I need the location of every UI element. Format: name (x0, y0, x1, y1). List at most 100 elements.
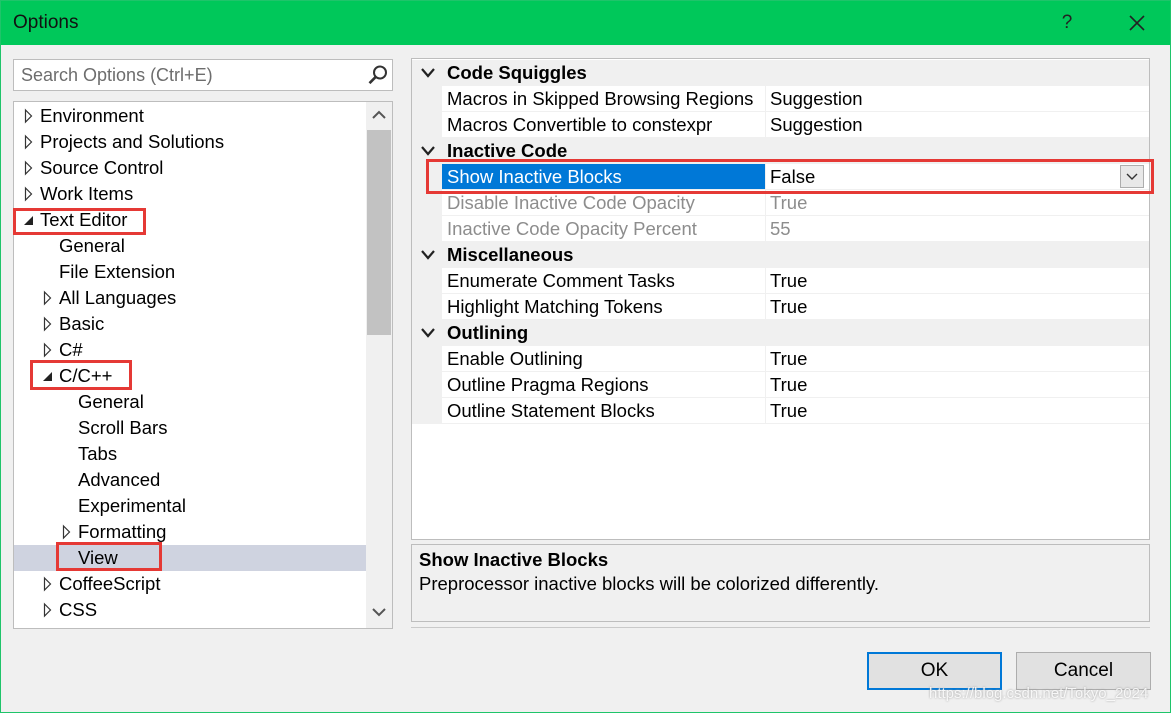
tree-item[interactable]: View (14, 545, 366, 571)
tree-item-label: General (78, 391, 144, 412)
row-gutter (412, 294, 442, 320)
property-row[interactable]: Enable Outlining True (412, 346, 1149, 372)
chevron-down-icon[interactable] (420, 67, 436, 79)
tree-item[interactable]: Environment (14, 103, 366, 129)
tree-item[interactable]: Scroll Bars (14, 415, 366, 441)
chevron-down-icon (1126, 173, 1138, 180)
chevron-down-icon[interactable] (420, 327, 436, 339)
property-value[interactable]: True (766, 398, 1149, 424)
tree-item-label: CSS (59, 599, 98, 620)
options-dialog: Options ? Environment Projects and Soluti… (0, 0, 1171, 713)
expand-arrow-icon[interactable] (23, 181, 35, 207)
property-name[interactable]: Outline Statement Blocks (442, 398, 766, 424)
property-value[interactable]: Suggestion (766, 112, 1149, 138)
property-value[interactable]: True (766, 372, 1149, 398)
tree-item[interactable]: Tabs (14, 441, 366, 467)
close-icon (1129, 15, 1145, 31)
close-button[interactable] (1121, 7, 1153, 39)
property-name[interactable]: Outline Pragma Regions (442, 372, 766, 398)
row-gutter (412, 372, 442, 398)
expand-arrow-icon[interactable] (42, 337, 54, 363)
chevron-down-icon[interactable] (420, 145, 436, 157)
property-value: True (766, 190, 1149, 216)
expand-arrow-icon[interactable] (42, 597, 54, 623)
property-row[interactable]: Enumerate Comment Tasks True (412, 268, 1149, 294)
property-value[interactable]: True (766, 346, 1149, 372)
tree-item[interactable]: CoffeeScript (14, 571, 366, 597)
property-row: Inactive Code Opacity Percent 55 (412, 216, 1149, 242)
property-row[interactable]: Outline Statement Blocks True (412, 398, 1149, 424)
tree-scrollbar[interactable] (366, 102, 392, 628)
title-bar[interactable]: Options ? (1, 1, 1170, 45)
tree-item[interactable]: Experimental (14, 493, 366, 519)
property-name[interactable]: Show Inactive Blocks (442, 164, 766, 190)
property-name[interactable]: Macros in Skipped Browsing Regions (442, 86, 766, 112)
property-value[interactable]: True (766, 294, 1149, 320)
dropdown-button[interactable] (1120, 165, 1144, 188)
property-row[interactable]: Macros Convertible to constexpr Suggestio… (412, 112, 1149, 138)
tree-item[interactable]: CSS (14, 597, 366, 623)
tree-item[interactable]: Source Control (14, 155, 366, 181)
tree-item[interactable]: File Extension (14, 259, 366, 285)
property-name[interactable]: Highlight Matching Tokens (442, 294, 766, 320)
tree-item-label: C/C++ (59, 365, 113, 386)
tree-item[interactable]: C# (14, 337, 366, 363)
property-row[interactable]: Outline Pragma Regions True (412, 372, 1149, 398)
search-input[interactable] (14, 60, 354, 90)
collapse-arrow-icon[interactable] (42, 363, 54, 389)
property-row[interactable]: Show Inactive Blocks False (412, 164, 1149, 190)
property-name[interactable]: Enumerate Comment Tasks (442, 268, 766, 294)
property-value[interactable]: Suggestion (766, 86, 1149, 112)
row-gutter (412, 112, 442, 138)
scroll-down-icon[interactable] (371, 607, 387, 617)
expand-arrow-icon[interactable] (42, 285, 54, 311)
property-row[interactable]: Macros in Skipped Browsing Regions Sugges… (412, 86, 1149, 112)
options-tree[interactable]: Environment Projects and Solutions Source … (13, 101, 393, 629)
expand-arrow-icon[interactable] (23, 129, 35, 155)
expand-arrow-icon[interactable] (23, 103, 35, 129)
property-name[interactable]: Macros Convertible to constexpr (442, 112, 766, 138)
expand-arrow-icon[interactable] (23, 155, 35, 181)
tree-item-label: File Extension (59, 261, 176, 282)
description-text: Preprocessor inactive blocks will be col… (419, 573, 879, 594)
expand-arrow-icon[interactable] (42, 571, 54, 597)
tree-item[interactable]: Projects and Solutions (14, 129, 366, 155)
tree-item[interactable]: General (14, 233, 366, 259)
chevron-down-icon[interactable] (420, 249, 436, 261)
property-value[interactable]: True (766, 268, 1149, 294)
expand-arrow-icon[interactable] (42, 311, 54, 337)
category-row[interactable]: Outlining (412, 320, 1149, 346)
expand-arrow-icon[interactable] (61, 519, 73, 545)
tree-item[interactable]: Work Items (14, 181, 366, 207)
collapse-arrow-icon[interactable] (23, 207, 35, 233)
window-title: Options (13, 12, 79, 33)
description-pane: Show Inactive Blocks Preprocessor inacti… (411, 544, 1150, 622)
scroll-up-icon[interactable] (371, 110, 387, 120)
tree-item-label: Basic (59, 313, 105, 334)
property-name[interactable]: Enable Outlining (442, 346, 766, 372)
row-gutter (412, 398, 442, 424)
category-label: Outlining (447, 322, 529, 343)
category-row[interactable]: Miscellaneous (412, 242, 1149, 268)
category-row[interactable]: Inactive Code (412, 138, 1149, 164)
tree-item[interactable]: General (14, 389, 366, 415)
search-icon[interactable] (367, 64, 389, 86)
tree-item[interactable]: Formatting (14, 519, 366, 545)
tree-item-label: Projects and Solutions (40, 131, 225, 152)
tree-item[interactable]: Advanced (14, 467, 366, 493)
property-row[interactable]: Highlight Matching Tokens True (412, 294, 1149, 320)
category-row[interactable]: Code Squiggles (412, 60, 1149, 86)
tree-item-label: Work Items (40, 183, 134, 204)
search-box[interactable] (13, 59, 393, 91)
help-button[interactable]: ? (1053, 9, 1081, 37)
tree-item[interactable]: Text Editor (14, 207, 366, 233)
scrollbar-thumb[interactable] (367, 130, 391, 335)
tree-item[interactable]: Basic (14, 311, 366, 337)
tree-item-label: Tabs (78, 443, 118, 464)
tree-item[interactable]: All Languages (14, 285, 366, 311)
property-name: Disable Inactive Code Opacity (442, 190, 766, 216)
property-grid[interactable]: Code Squiggles Macros in Skipped Browsing… (411, 58, 1150, 540)
tree-item[interactable]: C/C++ (14, 363, 366, 389)
row-gutter (412, 190, 442, 216)
property-value-dropdown[interactable]: False (766, 164, 1149, 190)
